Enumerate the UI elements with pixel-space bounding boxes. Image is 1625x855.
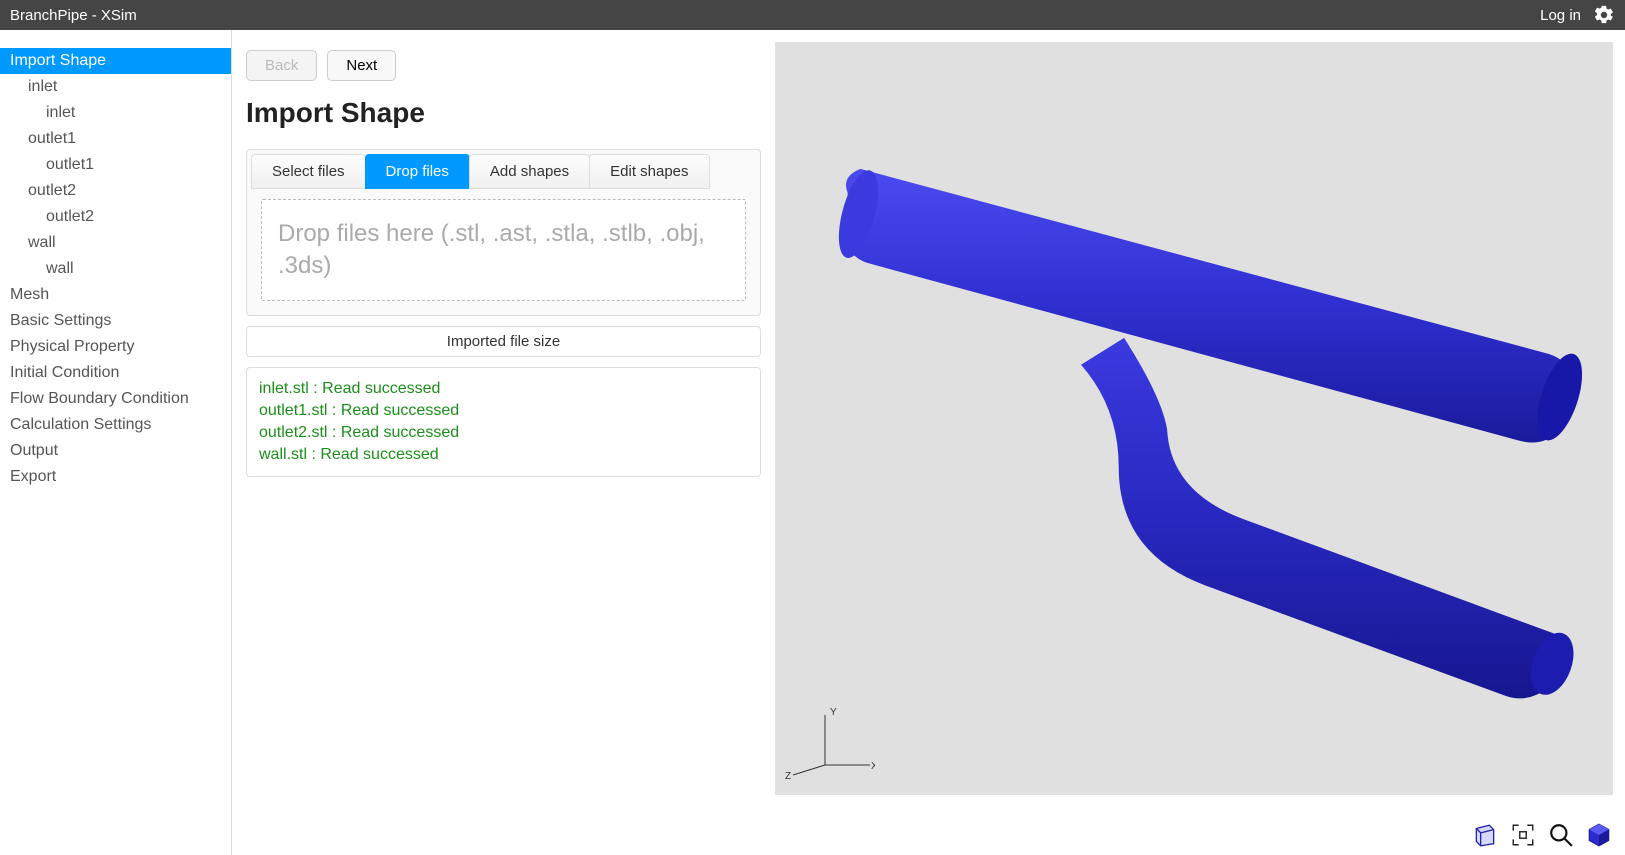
axis-z-label: Z bbox=[785, 771, 791, 782]
sidebar-item-outlet1[interactable]: outlet1 bbox=[0, 126, 231, 152]
log-line: outlet2.stl : Read successed bbox=[259, 422, 748, 444]
sidebar-item-physical-property[interactable]: Physical Property bbox=[0, 334, 231, 360]
axis-y-label: Y bbox=[830, 707, 837, 718]
tab-panel: Select filesDrop filesAdd shapesEdit sha… bbox=[246, 149, 761, 316]
tab-drop-files[interactable]: Drop files bbox=[365, 154, 470, 189]
pipe-main bbox=[846, 169, 1574, 443]
imported-file-size-toggle[interactable]: Imported file size bbox=[246, 326, 761, 357]
gear-icon[interactable] bbox=[1593, 4, 1615, 26]
perspective-icon[interactable] bbox=[1471, 821, 1499, 849]
axis-x-label: X bbox=[871, 761, 875, 772]
tab-edit-shapes[interactable]: Edit shapes bbox=[589, 154, 709, 189]
sidebar-item-output[interactable]: Output bbox=[0, 438, 231, 464]
log-line: outlet1.stl : Read successed bbox=[259, 400, 748, 422]
sidebar-item-export[interactable]: Export bbox=[0, 464, 231, 490]
drop-zone[interactable]: Drop files here (.stl, .ast, .stla, .stl… bbox=[261, 199, 746, 301]
sidebar-item-wall[interactable]: wall bbox=[0, 256, 231, 282]
sidebar-item-flow-boundary-condition[interactable]: Flow Boundary Condition bbox=[0, 386, 231, 412]
sidebar-item-inlet[interactable]: inlet bbox=[0, 74, 231, 100]
next-button[interactable]: Next bbox=[327, 50, 396, 81]
3d-viewport[interactable]: Y X Z bbox=[775, 42, 1613, 795]
sidebar-item-wall[interactable]: wall bbox=[0, 230, 231, 256]
import-log: inlet.stl : Read successedoutlet1.stl : … bbox=[246, 367, 761, 477]
sidebar: Import Shapeinletinletoutlet1outlet1outl… bbox=[0, 30, 232, 855]
sidebar-item-outlet1[interactable]: outlet1 bbox=[0, 152, 231, 178]
sidebar-item-mesh[interactable]: Mesh bbox=[0, 282, 231, 308]
content-pane: Back Next Import Shape Select filesDrop … bbox=[232, 30, 775, 855]
back-button[interactable]: Back bbox=[246, 50, 317, 81]
tab-select-files[interactable]: Select files bbox=[251, 154, 366, 189]
sidebar-item-import-shape[interactable]: Import Shape bbox=[0, 48, 231, 74]
tab-add-shapes[interactable]: Add shapes bbox=[469, 154, 590, 189]
sidebar-item-inlet[interactable]: inlet bbox=[0, 100, 231, 126]
window-title: BranchPipe - XSim bbox=[10, 7, 137, 24]
page-title: Import Shape bbox=[246, 97, 761, 129]
shading-icon[interactable] bbox=[1585, 821, 1613, 849]
sidebar-item-basic-settings[interactable]: Basic Settings bbox=[0, 308, 231, 334]
axis-gizmo: Y X Z bbox=[785, 705, 875, 785]
fit-icon[interactable] bbox=[1509, 821, 1537, 849]
sidebar-item-outlet2[interactable]: outlet2 bbox=[0, 178, 231, 204]
login-link[interactable]: Log in bbox=[1540, 7, 1581, 24]
search-icon[interactable] bbox=[1547, 821, 1575, 849]
sidebar-item-calculation-settings[interactable]: Calculation Settings bbox=[0, 412, 231, 438]
log-line: inlet.stl : Read successed bbox=[259, 378, 748, 400]
log-line: wall.stl : Read successed bbox=[259, 444, 748, 466]
titlebar: BranchPipe - XSim Log in bbox=[0, 0, 1625, 30]
sidebar-item-outlet2[interactable]: outlet2 bbox=[0, 204, 231, 230]
viewport-toolbar bbox=[1471, 821, 1613, 849]
sidebar-item-initial-condition[interactable]: Initial Condition bbox=[0, 360, 231, 386]
viewport-container: Y X Z bbox=[775, 30, 1625, 855]
